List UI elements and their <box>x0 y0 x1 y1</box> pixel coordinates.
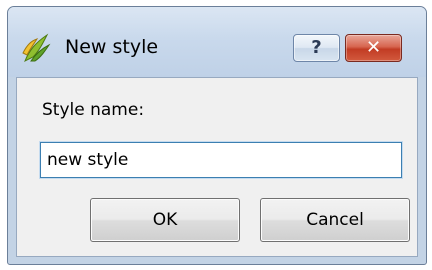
dialog-title: New style <box>65 36 159 58</box>
close-icon: ✕ <box>365 37 382 58</box>
close-button[interactable]: ✕ <box>345 34 402 62</box>
dialog-window: New style ? ✕ Style name: OK Cancel <box>7 6 427 265</box>
style-name-label: Style name: <box>42 100 145 120</box>
ok-button[interactable]: OK <box>90 198 240 242</box>
help-button[interactable]: ? <box>293 34 340 62</box>
qgis-leaf-icon <box>22 33 51 63</box>
help-icon: ? <box>311 37 322 58</box>
dialog-body: Style name: OK Cancel <box>16 77 418 257</box>
style-name-input[interactable] <box>40 142 402 178</box>
title-bar[interactable]: New style ? ✕ <box>8 7 426 77</box>
cancel-button[interactable]: Cancel <box>260 198 410 242</box>
